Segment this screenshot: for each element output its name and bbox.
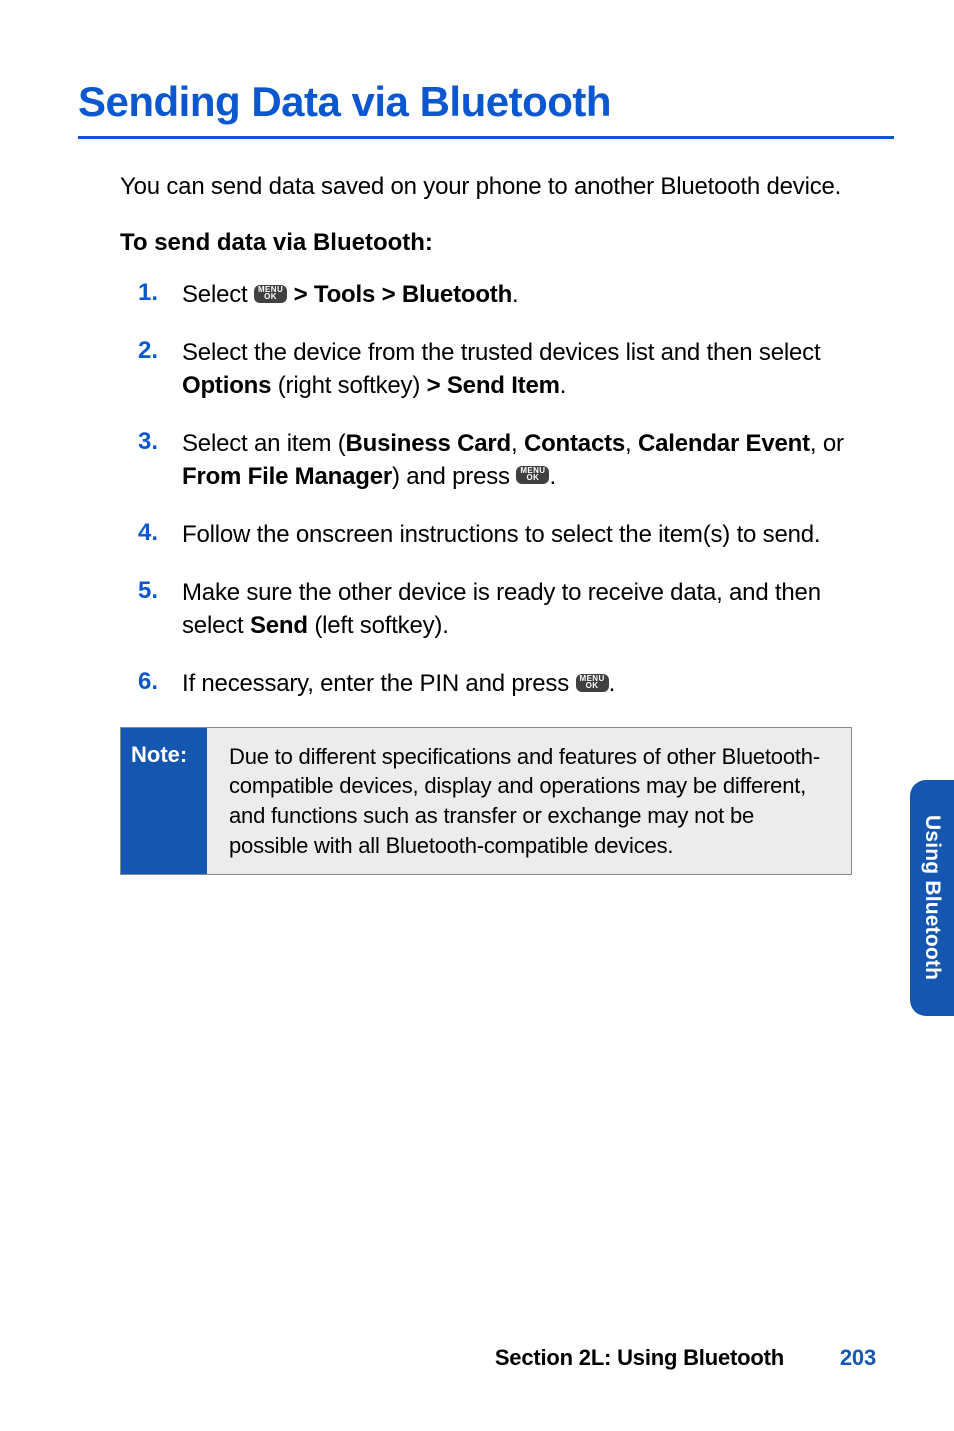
content: You can send data saved on your phone to… [78, 173, 894, 875]
step-number: 1. [138, 279, 182, 311]
step-body: Follow the onscreen instructions to sele… [182, 519, 820, 551]
subheading: To send data via Bluetooth: [120, 229, 852, 257]
step-bold-text: Business Card [346, 430, 511, 457]
step-text: , or [810, 430, 844, 457]
step-4: 4. Follow the onscreen instructions to s… [138, 519, 852, 551]
step-body: Select MENU OK > Tools > Bluetooth. [182, 279, 519, 311]
step-2: 2. Select the device from the trusted de… [138, 337, 852, 402]
step-1: 1. Select MENU OK > Tools > Bluetooth. [138, 279, 852, 311]
menu-key-bottom: OK [526, 474, 539, 482]
intro-text: You can send data saved on your phone to… [120, 173, 852, 201]
step-bold-text: Contacts [524, 430, 625, 457]
note-box: Note: Due to different specifications an… [120, 727, 852, 876]
step-bold-text: Calendar Event [638, 430, 810, 457]
step-number: 2. [138, 337, 182, 402]
footer-page-number: 203 [840, 1345, 876, 1370]
step-number: 5. [138, 577, 182, 642]
note-label: Note: [121, 728, 207, 875]
steps-list: 1. Select MENU OK > Tools > Bluetooth. 2… [120, 279, 852, 701]
step-text: , [625, 430, 638, 457]
step-bold-text: From File Manager [182, 463, 392, 490]
document-page: Sending Data via Bluetooth You can send … [0, 0, 954, 1431]
step-bold-text: Send [250, 612, 308, 639]
step-5: 5. Make sure the other device is ready t… [138, 577, 852, 642]
step-text: If necessary, enter the PIN and press [182, 670, 576, 697]
step-6: 6. If necessary, enter the PIN and press… [138, 668, 852, 700]
title-wrap: Sending Data via Bluetooth [78, 78, 894, 139]
menu-ok-key-icon: MENU OK [254, 285, 287, 303]
step-bold-text: Options [182, 372, 271, 399]
step-text: . [512, 281, 518, 308]
menu-key-bottom: OK [264, 293, 277, 301]
menu-ok-key-icon: MENU OK [516, 466, 549, 484]
step-text: Select [182, 281, 254, 308]
step-number: 4. [138, 519, 182, 551]
step-body: Make sure the other device is ready to r… [182, 577, 852, 642]
menu-key-bottom: OK [586, 682, 599, 690]
page-footer: Section 2L: Using Bluetooth 203 [495, 1345, 876, 1371]
step-text: . [609, 670, 615, 697]
step-text: . [560, 372, 566, 399]
step-body: If necessary, enter the PIN and press ME… [182, 668, 615, 700]
step-text: , [511, 430, 524, 457]
side-tab-label: Using Bluetooth [920, 815, 944, 980]
step-text: Select the device from the trusted devic… [182, 339, 820, 366]
step-text: Select an item ( [182, 430, 346, 457]
step-text: ) and press [392, 463, 516, 490]
step-bold-text: > Tools > Bluetooth [294, 281, 512, 308]
step-bold-text: > Send Item [427, 372, 560, 399]
menu-ok-key-icon: MENU OK [576, 674, 609, 692]
step-body: Select an item (Business Card, Contacts,… [182, 428, 852, 493]
step-number: 3. [138, 428, 182, 493]
note-text: Due to different specifications and feat… [207, 728, 851, 875]
step-text: (left softkey). [308, 612, 449, 639]
step-number: 6. [138, 668, 182, 700]
footer-section: Section 2L: Using Bluetooth [495, 1345, 784, 1370]
side-tab: Using Bluetooth [910, 780, 954, 1016]
step-text: (right softkey) [271, 372, 426, 399]
page-title: Sending Data via Bluetooth [78, 78, 894, 126]
step-text: . [549, 463, 555, 490]
step-3: 3. Select an item (Business Card, Contac… [138, 428, 852, 493]
step-body: Select the device from the trusted devic… [182, 337, 852, 402]
